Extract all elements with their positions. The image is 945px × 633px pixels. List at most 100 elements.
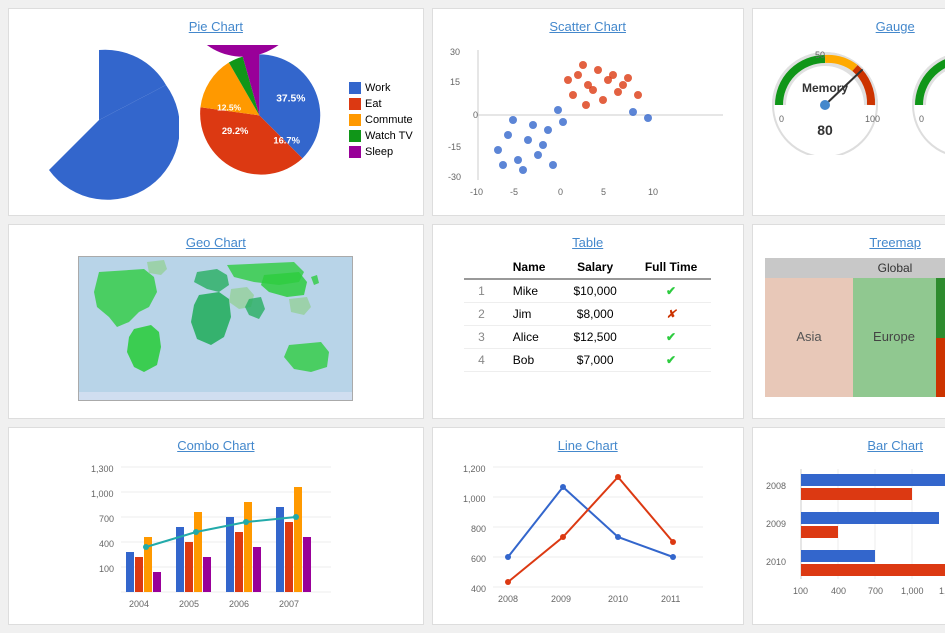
svg-text:Asia: Asia: [796, 329, 822, 344]
gauge-card: Gauge: [752, 8, 945, 216]
svg-text:400: 400: [471, 584, 486, 594]
svg-text:30: 30: [450, 47, 460, 57]
cpu-gauge-svg: CPU 0 50 100 55: [905, 40, 945, 155]
svg-text:400: 400: [99, 539, 114, 549]
svg-text:100: 100: [99, 564, 114, 574]
gauge-title[interactable]: Gauge: [876, 19, 915, 34]
svg-text:16.7%: 16.7%: [273, 135, 300, 145]
legend-eat: Eat: [349, 98, 413, 110]
svg-text:Memory: Memory: [802, 81, 848, 95]
legend-watchtv-label: Watch TV: [365, 130, 413, 142]
scatter-chart-card: Scatter Chart 30 15 0 -15 -30 -10 -5 0 5…: [432, 8, 744, 216]
pie-container: 37.5% 16.7% 12.5% 29.2% Work Eat: [19, 40, 413, 200]
legend-eat-label: Eat: [365, 98, 382, 110]
pie-legend: Work Eat Commute Watch TV Sleep: [349, 82, 413, 158]
svg-text:37.5%: 37.5%: [276, 93, 305, 104]
row-name: Mike: [499, 279, 560, 303]
treemap-svg: Global Asia Europe America Africa: [763, 256, 945, 401]
svg-text:Europe: Europe: [873, 329, 915, 344]
row-salary: $7,000: [559, 349, 630, 372]
svg-text:80: 80: [817, 122, 833, 138]
pie-chart-svg2: 37.5% 16.7% 12.5% 29.2%: [189, 45, 339, 195]
table-title[interactable]: Table: [572, 235, 603, 250]
row-fulltime: ✔: [631, 279, 711, 303]
treemap-card: Treemap Global Asia Europe America Afric…: [752, 224, 945, 419]
svg-text:50: 50: [815, 50, 825, 60]
svg-text:0: 0: [779, 114, 784, 124]
svg-text:800: 800: [471, 524, 486, 534]
svg-text:2011: 2011: [661, 594, 680, 604]
pie-chart-title[interactable]: Pie Chart: [189, 19, 243, 34]
svg-text:1,000: 1,000: [463, 494, 486, 504]
svg-text:2006: 2006: [229, 599, 249, 609]
row-name: Bob: [499, 349, 560, 372]
combo-chart-svg: 1,300 1,000 700 400 100 2004 2005 2006 2…: [83, 459, 348, 614]
geo-chart-card: Geo Chart: [8, 224, 424, 419]
legend-sleep: Sleep: [349, 146, 413, 158]
table-header-name: Name: [499, 256, 560, 279]
row-salary: $10,000: [559, 279, 630, 303]
geo-map-svg: [79, 257, 353, 401]
svg-text:0: 0: [919, 114, 924, 124]
chart-grid: Pie Chart: [0, 0, 945, 633]
svg-text:2009: 2009: [766, 519, 786, 529]
svg-text:700: 700: [99, 514, 114, 524]
svg-text:Global: Global: [877, 261, 912, 275]
table-row: 3 Alice $12,500 ✔: [464, 326, 711, 349]
table-header-num: [464, 256, 499, 279]
row-num: 4: [464, 349, 499, 372]
geo-chart-title[interactable]: Geo Chart: [186, 235, 246, 250]
svg-text:10: 10: [648, 187, 658, 197]
svg-text:1,000: 1,000: [901, 586, 924, 596]
row-num: 2: [464, 303, 499, 326]
legend-work-label: Work: [365, 82, 390, 94]
bar-chart-card: Bar Chart 100 400 700 1,000 1,300 2008 2…: [752, 427, 945, 625]
row-salary: $8,000: [559, 303, 630, 326]
bar-chart-title[interactable]: Bar Chart: [867, 438, 923, 453]
pie-chart-svg: [19, 40, 179, 200]
memory-gauge: Memory 0 50 100 80: [765, 40, 885, 155]
svg-text:2010: 2010: [766, 557, 786, 567]
svg-text:15: 15: [450, 77, 460, 87]
table-row: 4 Bob $7,000 ✔: [464, 349, 711, 372]
svg-text:-5: -5: [510, 187, 518, 197]
legend-sleep-color: [349, 146, 361, 158]
svg-text:-10: -10: [470, 187, 483, 197]
svg-text:2008: 2008: [498, 594, 518, 604]
row-salary: $12,500: [559, 326, 630, 349]
row-fulltime: ✘: [631, 303, 711, 326]
svg-text:1,300: 1,300: [91, 464, 114, 474]
scatter-chart-title[interactable]: Scatter Chart: [549, 19, 626, 34]
svg-text:0: 0: [473, 110, 478, 120]
legend-work-color: [349, 82, 361, 94]
line-chart-svg: 1,200 1,000 800 600 400 2008 2009 2010 2…: [455, 459, 720, 614]
row-num: 3: [464, 326, 499, 349]
treemap-title[interactable]: Treemap: [869, 235, 921, 250]
svg-text:100: 100: [793, 586, 808, 596]
table-header-fulltime: Full Time: [631, 256, 711, 279]
legend-watchtv: Watch TV: [349, 130, 413, 142]
svg-text:400: 400: [831, 586, 846, 596]
svg-text:12.5%: 12.5%: [217, 103, 241, 113]
table-card: Table Name Salary Full Time 1 Mike $10,0…: [432, 224, 744, 419]
svg-text:2007: 2007: [279, 599, 299, 609]
legend-commute-color: [349, 114, 361, 126]
line-chart-title[interactable]: Line Chart: [558, 438, 618, 453]
gauges-container: Memory 0 50 100 80: [765, 40, 945, 155]
svg-text:29.2%: 29.2%: [222, 126, 249, 136]
svg-text:1,200: 1,200: [463, 464, 486, 474]
memory-gauge-svg: Memory 0 50 100 80: [765, 40, 885, 155]
legend-watchtv-color: [349, 130, 361, 142]
legend-commute: Commute: [349, 114, 413, 126]
table-row: 1 Mike $10,000 ✔: [464, 279, 711, 303]
row-fulltime: ✔: [631, 349, 711, 372]
svg-text:0: 0: [558, 187, 563, 197]
svg-text:100: 100: [865, 114, 880, 124]
combo-chart-card: Combo Chart 1,300 1,000 700 400 100 2004…: [8, 427, 424, 625]
cpu-gauge: CPU 0 50 100 55: [905, 40, 945, 155]
combo-chart-title[interactable]: Combo Chart: [177, 438, 254, 453]
line-chart-card: Line Chart 1,200 1,000 800 600 400 2008 …: [432, 427, 744, 625]
geo-map: [78, 256, 353, 401]
row-name: Alice: [499, 326, 560, 349]
svg-text:5: 5: [601, 187, 606, 197]
